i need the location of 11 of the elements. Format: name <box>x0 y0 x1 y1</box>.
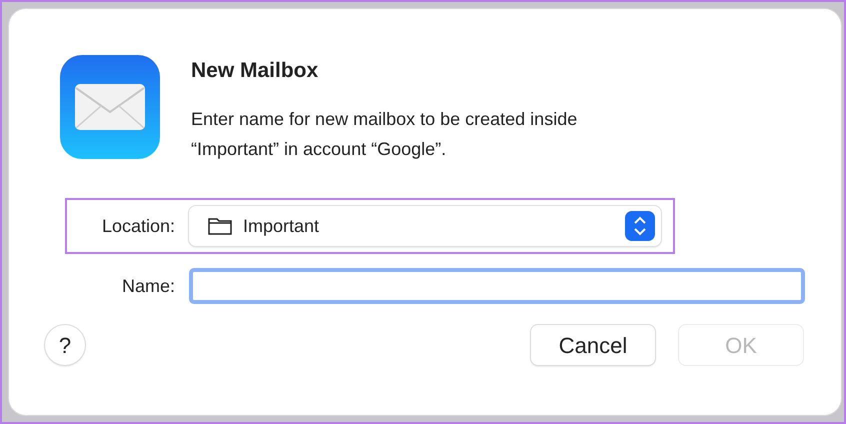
help-button[interactable]: ? <box>45 325 85 365</box>
dialog-button[interactable]: Cancel <box>531 325 655 365</box>
location-label: Location: <box>100 214 175 238</box>
folder-icon <box>207 216 233 236</box>
location-popup[interactable]: Important <box>189 206 661 246</box>
name-field[interactable] <box>189 268 805 304</box>
dialog-title: New Mailbox <box>191 58 320 84</box>
stepper-icon <box>625 211 655 241</box>
dialog-message: Enter name for new mailbox to be created inside “Important” in account “Google”. <box>191 108 578 161</box>
name-label: Name: <box>120 274 175 298</box>
envelope-icon <box>59 54 161 160</box>
